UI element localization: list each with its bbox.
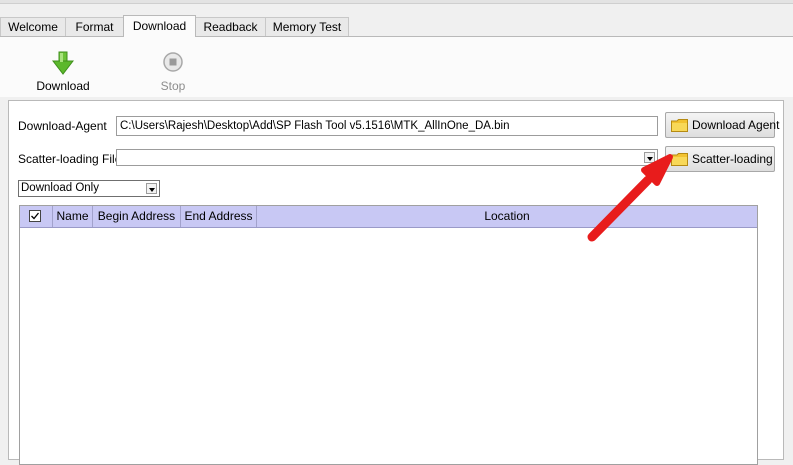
scatter-loading-button[interactable]: Scatter-loading	[665, 146, 775, 172]
column-end-address[interactable]: End Address	[181, 206, 257, 227]
column-begin-address[interactable]: Begin Address	[93, 206, 181, 227]
toolbar: Download Stop	[0, 37, 793, 97]
folder-icon	[671, 153, 688, 166]
column-name[interactable]: Name	[53, 206, 93, 227]
scatter-loading-label: Scatter-loading File	[18, 152, 122, 166]
chevron-down-icon[interactable]	[146, 183, 157, 194]
scatter-loading-button-label: Scatter-loading	[692, 152, 773, 166]
window-top-edge	[0, 0, 793, 4]
tab-format[interactable]: Format	[65, 17, 124, 36]
scatter-loading-combo[interactable]	[116, 149, 658, 166]
column-location[interactable]: Location	[257, 206, 757, 227]
select-all-checkbox[interactable]	[29, 210, 41, 222]
download-agent-field[interactable]: C:\Users\Rajesh\Desktop\Add\SP Flash Too…	[116, 116, 658, 136]
chevron-down-icon[interactable]	[644, 152, 655, 163]
download-button-label: Download	[36, 79, 90, 93]
stop-button-label: Stop	[160, 79, 186, 93]
partition-table: Name Begin Address End Address Location	[19, 205, 758, 465]
stop-button[interactable]: Stop	[133, 51, 213, 93]
select-all-column[interactable]	[20, 206, 53, 227]
download-button[interactable]: Download	[23, 51, 103, 93]
folder-icon	[671, 119, 688, 132]
download-panel: Download-Agent C:\Users\Rajesh\Desktop\A…	[8, 100, 784, 465]
tab-download[interactable]: Download	[123, 15, 196, 37]
download-agent-label: Download-Agent	[18, 119, 107, 133]
stop-icon	[163, 52, 183, 72]
download-agent-button[interactable]: Download Agent	[665, 112, 779, 138]
download-mode-value: Download Only	[21, 182, 99, 194]
tab-welcome[interactable]: Welcome	[0, 17, 66, 36]
table-header: Name Begin Address End Address Location	[20, 206, 757, 228]
tab-readback[interactable]: Readback	[195, 17, 266, 36]
download-mode-select[interactable]: Download Only	[18, 180, 160, 197]
tab-memory-test[interactable]: Memory Test	[265, 17, 349, 36]
download-arrow-icon	[52, 51, 74, 75]
checkmark-icon	[31, 212, 40, 220]
download-agent-button-label: Download Agent	[692, 118, 780, 132]
